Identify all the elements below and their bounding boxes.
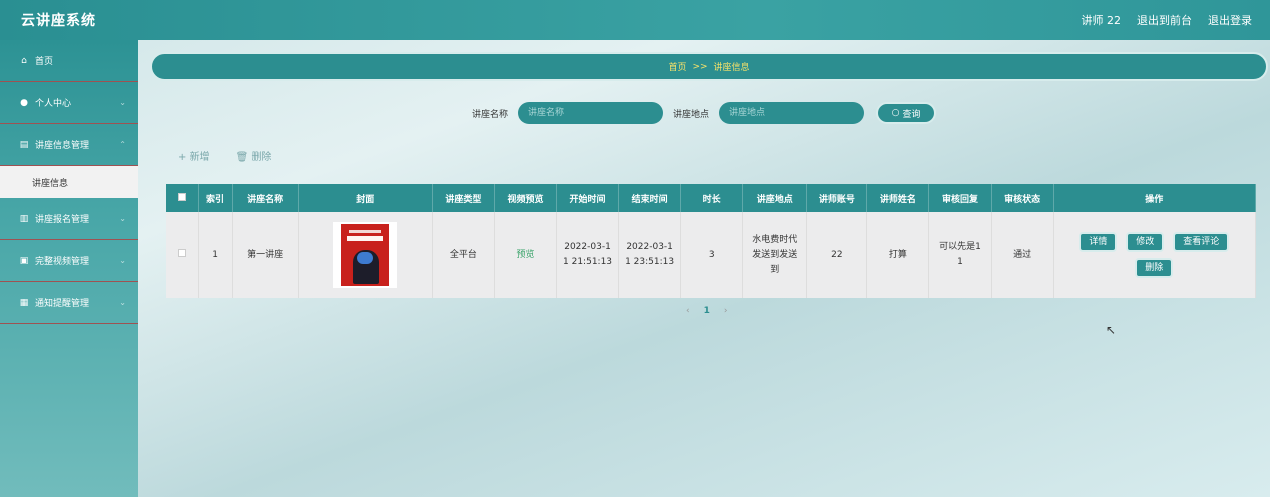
cell-duration: 3 — [680, 212, 744, 298]
book-cover-graphic — [341, 224, 390, 286]
column-header: 讲师账号 — [806, 184, 868, 212]
document-icon: ▤ — [19, 139, 29, 150]
breadcrumb: 首页 >> 讲座信息 — [150, 52, 1268, 81]
lecture-name-label: 讲座名称 — [472, 109, 509, 120]
column-header: 讲座类型 — [432, 184, 495, 212]
video-preview-link[interactable]: 预览 — [516, 250, 534, 260]
cell-place: 水电费时代 发送到发送 到 — [742, 212, 808, 298]
cell-type: 全平台 — [432, 212, 495, 298]
lecture-place-label: 讲座地点 — [673, 109, 710, 120]
plus-icon: + — [178, 152, 190, 163]
column-header: 讲座地点 — [742, 184, 808, 212]
view-comments-button[interactable]: 查看评论 — [1173, 232, 1230, 252]
sidebar-item-notifications[interactable]: ▦ 通知提醒管理 ⌄ — [0, 282, 138, 324]
clipboard-icon: ▣ — [19, 255, 29, 266]
sidebar-item-home[interactable]: ⌂ 首页 — [0, 40, 138, 82]
column-header: 开始时间 — [556, 184, 620, 212]
cell-reply: 可以先是1 1 — [928, 212, 992, 298]
user-name: 讲师 22 — [1081, 14, 1122, 27]
sidebar-item-registration[interactable]: ▥ 讲座报名管理 ⌄ — [0, 198, 138, 240]
chevron-down-icon: ⌄ — [119, 256, 126, 265]
cell-end-time: 2022-03-1 1 23:51:13 — [618, 212, 682, 298]
sidebar-item-label: 个人中心 — [35, 99, 72, 109]
cell-operations: 详情 修改 查看评论 删除 — [1053, 212, 1257, 298]
add-button-label: 新增 — [189, 152, 210, 163]
column-header: 时长 — [680, 184, 744, 212]
sidebar-item-lecture-info[interactable]: ▤ 讲座信息管理 ⌃ — [0, 124, 138, 166]
sidebar-item-label: 讲座报名管理 — [35, 215, 90, 225]
cover-image — [333, 222, 398, 288]
column-header: 结束时间 — [618, 184, 682, 212]
column-header: 审核状态 — [991, 184, 1054, 212]
edit-button[interactable]: 修改 — [1126, 232, 1165, 252]
pagination: ‹ 1 › — [686, 306, 727, 316]
cell-account: 22 — [806, 212, 868, 298]
detail-button[interactable]: 详情 — [1079, 232, 1118, 252]
lecture-place-input[interactable] — [719, 102, 865, 124]
table-row: 1 第一讲座 全平台 预览 2022-03-1 1 21:51:13 2022-… — [166, 212, 1257, 298]
building-icon: ▥ — [19, 213, 29, 224]
table-header-row: 索引 讲座名称 封面 讲座类型 视频预览 开始时间 结束时间 时长 讲座地点 讲… — [166, 184, 1257, 212]
breadcrumb-separator: >> — [692, 61, 708, 72]
home-icon: ⌂ — [21, 55, 27, 66]
column-header: 审核回复 — [928, 184, 992, 212]
sidebar: ⌂ 首页 ● 个人中心 ⌄ ▤ 讲座信息管理 ⌃ 讲座信息 ▥ 讲座报名管理 ⌄… — [0, 40, 138, 497]
chevron-down-icon: ⌄ — [119, 298, 126, 307]
prev-page-button[interactable]: ‹ — [686, 306, 690, 316]
sidebar-item-label: 完整视频管理 — [35, 257, 90, 267]
row-checkbox[interactable] — [177, 248, 186, 257]
back-to-front-link[interactable]: 退出到前台 — [1137, 12, 1192, 28]
sidebar-item-personal-center[interactable]: ● 个人中心 ⌄ — [0, 82, 138, 124]
column-header: 讲座名称 — [232, 184, 299, 212]
trash-icon: 🗑 — [235, 152, 252, 163]
add-button[interactable]: + 新增 — [178, 148, 210, 163]
grid-icon: ▦ — [19, 297, 29, 308]
chevron-down-icon: ⌄ — [119, 214, 126, 223]
sidebar-item-label: 首页 — [35, 57, 54, 67]
lecture-table: 索引 讲座名称 封面 讲座类型 视频预览 开始时间 结束时间 时长 讲座地点 讲… — [166, 184, 1257, 298]
search-icon: ○ — [891, 108, 900, 118]
app-title: 云讲座系统 — [21, 13, 96, 29]
search-button[interactable]: ○ 查询 — [876, 102, 937, 124]
cell-name: 第一讲座 — [232, 212, 299, 298]
bulk-delete-label: 删除 — [251, 152, 272, 163]
cell-status: 通过 — [991, 212, 1054, 298]
column-header: 操作 — [1053, 184, 1257, 212]
breadcrumb-home[interactable]: 首页 — [668, 60, 686, 73]
search-bar: 讲座名称 讲座地点 ○ 查询 — [472, 102, 937, 124]
chevron-down-icon: ⌄ — [119, 98, 126, 107]
select-all-checkbox-cell[interactable] — [166, 184, 199, 212]
lecture-name-input[interactable] — [518, 102, 664, 124]
top-bar: 云讲座系统 讲师 22 退出到前台 退出登录 — [0, 0, 1270, 40]
column-header: 视频预览 — [494, 184, 557, 212]
delete-button[interactable]: 删除 — [1135, 258, 1174, 278]
search-button-label: 查询 — [902, 109, 921, 120]
current-page[interactable]: 1 — [704, 306, 710, 316]
actions-row: + 新增 🗑 删除 — [178, 148, 271, 163]
breadcrumb-current: 讲座信息 — [713, 63, 750, 73]
cell-index: 1 — [198, 212, 233, 298]
sidebar-item-label: 讲座信息管理 — [35, 141, 90, 151]
logout-link[interactable]: 退出登录 — [1208, 12, 1252, 28]
next-page-button[interactable]: › — [724, 306, 728, 316]
cell-teacher: 打算 — [866, 212, 930, 298]
sidebar-subitem-lecture-info[interactable]: 讲座信息 — [0, 166, 138, 198]
column-header: 讲师姓名 — [866, 184, 930, 212]
cell-start-time: 2022-03-1 1 21:51:13 — [556, 212, 620, 298]
select-all-checkbox[interactable] — [177, 192, 186, 201]
column-header: 索引 — [198, 184, 233, 212]
mouse-cursor-icon: ↖ — [1106, 323, 1117, 337]
sidebar-item-videos[interactable]: ▣ 完整视频管理 ⌄ — [0, 240, 138, 282]
bulk-delete-button[interactable]: 🗑 删除 — [236, 148, 272, 163]
sidebar-item-label: 通知提醒管理 — [35, 299, 90, 309]
user-icon: ● — [20, 97, 28, 108]
cell-cover — [298, 212, 433, 298]
chevron-up-icon: ⌃ — [119, 140, 126, 149]
column-header: 封面 — [298, 184, 433, 212]
